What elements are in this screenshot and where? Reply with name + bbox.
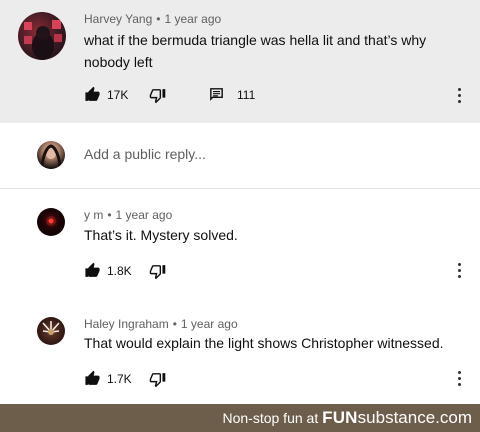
dislike-button[interactable]	[149, 263, 166, 280]
watermark-text[interactable]: Non-stop fun at FUNsubstance.com	[222, 408, 472, 428]
comment-text-line: what if the bermuda triangle was hella l…	[84, 32, 427, 48]
comment-text: what if the bermuda triangle was hella l…	[84, 29, 469, 73]
thumbs-up-icon	[85, 370, 100, 385]
comment-text: That’s it. Mystery solved.	[84, 227, 238, 243]
avatar[interactable]	[37, 208, 65, 236]
avatar	[37, 141, 65, 169]
comment-text: That would explain the light shows Chris…	[84, 335, 444, 351]
comment-text-line: nobody left	[84, 54, 153, 70]
like-button[interactable]: 1.7K	[84, 370, 132, 387]
author-name[interactable]: Harvey Yang	[84, 12, 152, 26]
separator-dot: •	[172, 317, 177, 331]
more-options-icon[interactable]	[456, 371, 462, 389]
timestamp[interactable]: 1 year ago	[164, 12, 221, 26]
timestamp[interactable]: 1 year ago	[181, 317, 238, 331]
reply-count: 111	[237, 87, 256, 102]
comment-meta: Harvey Yang • 1 year ago	[84, 12, 221, 26]
dislike-button[interactable]	[149, 371, 166, 388]
avatar[interactable]	[37, 317, 65, 345]
separator-dot: •	[156, 12, 161, 26]
thumbs-up-icon	[85, 86, 100, 101]
comment-meta: y m • 1 year ago	[84, 208, 172, 222]
like-count: 17K	[107, 87, 129, 102]
thumbs-up-icon	[85, 262, 100, 277]
separator-dot: •	[107, 208, 112, 222]
watermark-prefix: Non-stop fun at	[222, 410, 323, 426]
highlighted-comment: Harvey Yang • 1 year ago what if the bermu…	[0, 0, 480, 123]
comment-meta: Haley Ingraham • 1 year ago	[84, 317, 238, 331]
comment-icon	[210, 88, 223, 101]
thumbs-down-icon	[149, 265, 166, 280]
thumbs-down-icon	[149, 373, 166, 388]
timestamp[interactable]: 1 year ago	[116, 208, 173, 222]
author-name[interactable]: Haley Ingraham	[84, 317, 169, 331]
avatar-image	[42, 321, 60, 335]
author-name[interactable]: y m	[84, 208, 103, 222]
dislike-button[interactable]	[149, 87, 166, 104]
reply-input[interactable]: Add a public reply...	[84, 146, 206, 162]
more-options-icon[interactable]	[456, 263, 462, 281]
like-button[interactable]: 17K	[84, 86, 128, 103]
like-button[interactable]: 1.8K	[84, 262, 132, 279]
like-count: 1.7K	[107, 371, 132, 386]
watermark-bar: Non-stop fun at FUNsubstance.com	[0, 404, 480, 432]
divider	[0, 188, 480, 189]
more-options-icon[interactable]	[456, 88, 462, 106]
like-count: 1.8K	[107, 263, 132, 278]
watermark-brand: FUN	[322, 408, 358, 427]
avatar-image	[46, 216, 56, 226]
avatar-image	[24, 20, 62, 60]
reply-composer	[0, 124, 480, 188]
avatar[interactable]	[18, 12, 66, 60]
replies-button[interactable]: 111	[208, 86, 255, 103]
watermark-brand-rest: substance.com	[357, 408, 472, 427]
thumbs-down-icon	[149, 89, 166, 104]
avatar-image	[40, 144, 62, 169]
